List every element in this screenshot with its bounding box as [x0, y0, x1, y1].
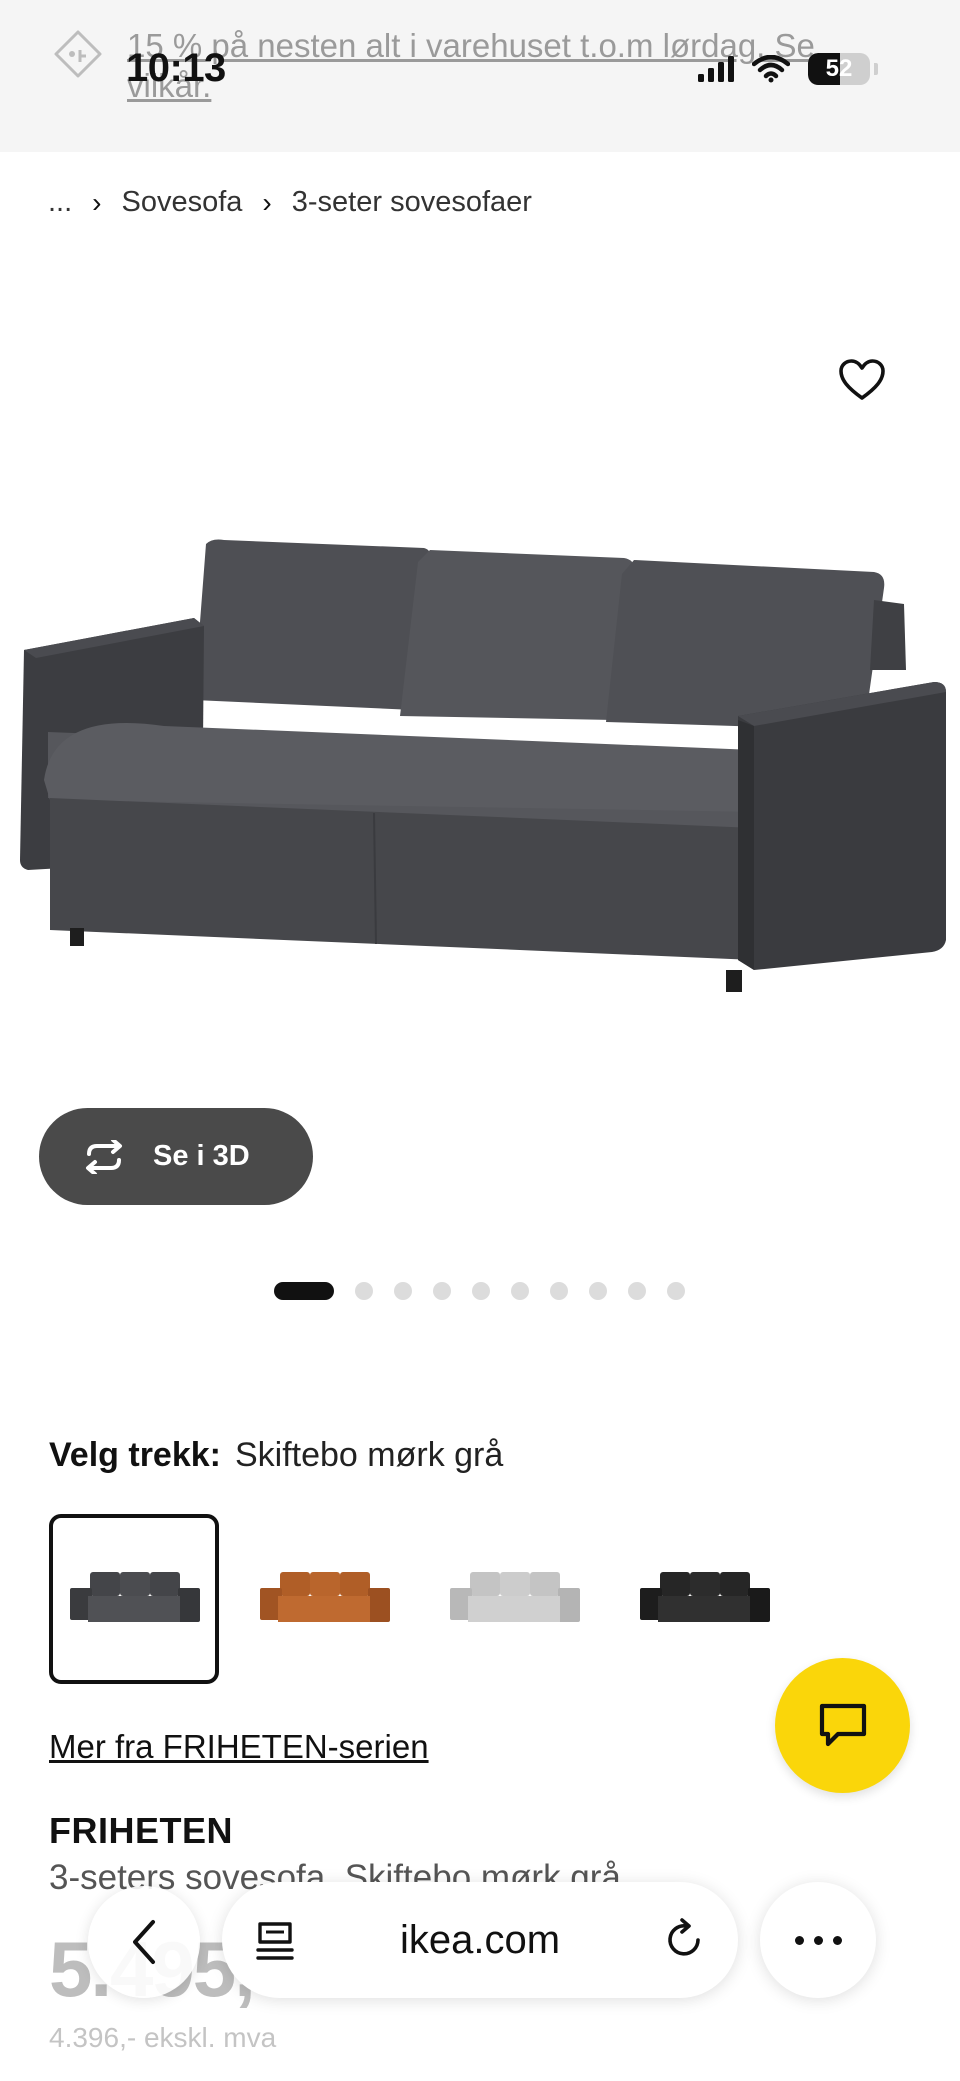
carousel-dot[interactable] [628, 1282, 646, 1300]
cover-swatch-black[interactable] [619, 1514, 789, 1684]
breadcrumb-ellipsis[interactable]: ... [48, 186, 72, 219]
carousel-dot[interactable] [550, 1282, 568, 1300]
cover-swatch-orange-brown[interactable] [239, 1514, 409, 1684]
browser-back-button[interactable] [88, 1886, 200, 1998]
product-name: FRIHETEN [49, 1810, 233, 1851]
cellular-signal-icon [698, 56, 734, 82]
browser-more-button[interactable] [760, 1882, 876, 1998]
sofa-thumbnail [260, 1572, 390, 1622]
breadcrumb: ... › Sovesofa › 3-seter sovesofaer [48, 186, 532, 219]
battery-tip [874, 63, 878, 75]
battery-icon: 52 [808, 53, 870, 85]
carousel-dot[interactable] [355, 1282, 373, 1300]
cover-swatches [49, 1514, 809, 1684]
status-icons: 52 [698, 52, 878, 86]
product-image[interactable] [14, 530, 960, 1000]
view-3d-label: Se i 3D [153, 1140, 250, 1172]
sofa-thumbnail [70, 1572, 200, 1622]
chevron-left-icon [133, 1920, 155, 1964]
cover-swatch-light-grey[interactable] [429, 1514, 599, 1684]
more-dot [813, 1935, 823, 1945]
breadcrumb-sovesofa[interactable]: Sovesofa [122, 186, 243, 219]
cover-swatch-dark-grey[interactable] [49, 1514, 219, 1684]
chevron-right-icon: › [92, 186, 102, 218]
view-3d-button[interactable]: Se i 3D [39, 1108, 313, 1205]
price-excl-vat: 4.396,- ekskl. mva [49, 2022, 277, 2053]
chevron-right-icon: › [262, 186, 272, 218]
heart-icon[interactable] [838, 358, 886, 402]
carousel-dot[interactable] [472, 1282, 490, 1300]
carousel-dot[interactable] [433, 1282, 451, 1300]
sofa-thumbnail [640, 1572, 770, 1622]
status-time: 10:13 [126, 46, 226, 90]
tag-icon [54, 30, 102, 78]
reload-icon[interactable] [664, 1918, 706, 1962]
image-carousel-dots [274, 1282, 685, 1300]
cover-value: Skiftebo mørk grå [234, 1436, 504, 1474]
promo-banner: 15 % på nesten alt i varehuset t.o.m lør… [0, 0, 960, 152]
rotate-3d-icon [86, 1139, 122, 1174]
carousel-dot[interactable] [589, 1282, 607, 1300]
series-link[interactable]: Mer fra FRIHETEN-serien [49, 1728, 429, 1766]
url-text: ikea.com [399, 1917, 561, 1962]
cover-label: Velg trekk: [49, 1436, 221, 1474]
cover-selector-label: Velg trekk: Skiftebo mørk grå [49, 1436, 503, 1475]
carousel-dot[interactable] [394, 1282, 412, 1300]
wifi-icon [752, 55, 790, 83]
carousel-dot[interactable] [667, 1282, 685, 1300]
chat-icon [819, 1703, 866, 1746]
battery-level: 52 [825, 55, 853, 82]
carousel-dot[interactable] [511, 1282, 529, 1300]
carousel-dot[interactable] [274, 1282, 334, 1300]
more-dot [794, 1935, 804, 1945]
more-dot [832, 1935, 842, 1945]
breadcrumb-3-seter[interactable]: 3-seter sovesofaer [292, 186, 532, 219]
sofa-thumbnail [450, 1572, 580, 1622]
browser-address-bar[interactable]: ikea.com [222, 1882, 738, 1998]
chat-button[interactable] [775, 1658, 910, 1793]
